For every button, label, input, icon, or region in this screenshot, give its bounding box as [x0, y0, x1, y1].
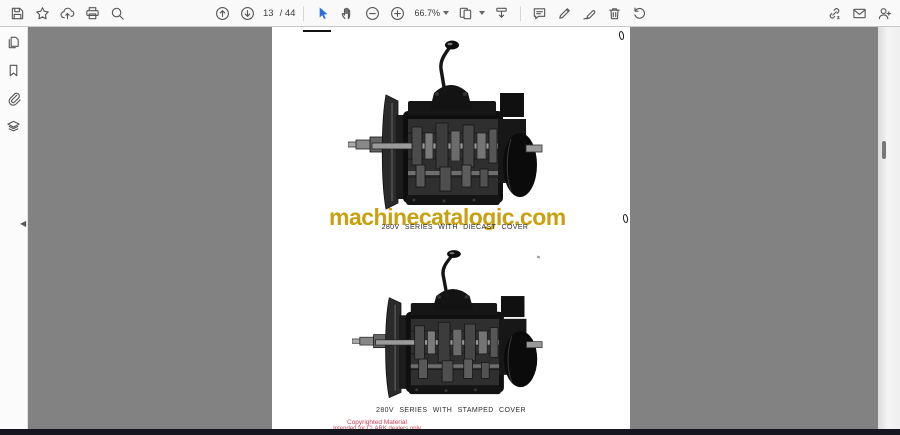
- trash-icon: [609, 7, 620, 19]
- print-icon: [86, 6, 99, 19]
- sidebar-item-page-thumbnails[interactable]: [4, 32, 24, 52]
- arrow-down-circle-icon: [241, 6, 254, 20]
- comment-icon: [533, 7, 546, 19]
- cursor-icon: [320, 6, 328, 19]
- page-top-rule-fragment: [303, 30, 331, 32]
- page-view-icon: [459, 7, 472, 19]
- layers-icon: [7, 120, 20, 131]
- zoom-level-value[interactable]: 66.7%: [414, 8, 440, 18]
- star-icon: [36, 6, 49, 19]
- figure-caption-diecast: 280V SERIES WITH DIECAST COVER: [381, 224, 529, 231]
- page-number-field[interactable]: 13: [260, 8, 277, 19]
- page-count-label: / 44: [279, 7, 296, 19]
- bottom-window-edge: [0, 429, 900, 435]
- star-button[interactable]: [30, 1, 55, 25]
- document-viewer: machinecatalogic.com 280V SERIES WITH DI…: [28, 27, 878, 429]
- cloud-upload-icon: [60, 7, 75, 19]
- sidebar-collapse-arrow[interactable]: ◀: [20, 217, 26, 231]
- signature-button[interactable]: [577, 1, 602, 25]
- email-button[interactable]: [847, 1, 872, 25]
- zoom-out-button[interactable]: [360, 1, 385, 25]
- zoom-dropdown-caret[interactable]: [442, 11, 449, 15]
- paperclip-icon: [8, 92, 21, 106]
- pencil-button[interactable]: [552, 1, 577, 25]
- sidebar-item-layers[interactable]: [4, 116, 24, 136]
- scrollbar-thumb[interactable]: [882, 141, 886, 159]
- zoom-in-button[interactable]: [385, 1, 410, 25]
- toolbar-right-group: [822, 0, 897, 26]
- add-person-button[interactable]: [872, 1, 897, 25]
- person-plus-icon: [878, 7, 892, 19]
- transmission-stamped-figure: [352, 248, 544, 400]
- trash-button[interactable]: [602, 1, 627, 25]
- save-icon: [11, 7, 24, 19]
- toolbar: 13 / 44 66.7%: [0, 0, 900, 27]
- transmission-diecast-figure: [348, 38, 544, 211]
- toolbar-center-group: 13 / 44 66.7%: [210, 0, 652, 26]
- sidebar-item-attachments[interactable]: [4, 88, 24, 108]
- hole-punch-mark: [618, 30, 625, 41]
- search-button[interactable]: [105, 1, 130, 25]
- rotate-icon: [634, 7, 645, 19]
- envelope-icon: [853, 8, 866, 18]
- search-icon: [111, 7, 124, 20]
- pencil-icon: [559, 7, 570, 19]
- save-button[interactable]: [5, 1, 30, 25]
- arrow-up-circle-icon: [216, 6, 229, 20]
- toolbar-divider: [519, 5, 521, 21]
- bookmark-icon: [9, 64, 18, 76]
- minus-circle-icon: [366, 6, 380, 20]
- scroll-view-button[interactable]: [489, 1, 514, 25]
- hand-icon: [342, 7, 351, 19]
- plus-circle-icon: [391, 6, 405, 20]
- print-button[interactable]: [80, 1, 105, 25]
- hand-tool-button[interactable]: [335, 1, 360, 25]
- vertical-scrollbar[interactable]: [878, 27, 900, 429]
- share-link-button[interactable]: [822, 1, 847, 25]
- toolbar-divider: [303, 5, 305, 21]
- sidebar-item-bookmarks[interactable]: [4, 60, 24, 80]
- copyright-line-1: Copyrighted Material: [347, 419, 407, 426]
- next-page-button[interactable]: [235, 1, 260, 25]
- previous-page-button[interactable]: [210, 1, 235, 25]
- page-view-button[interactable]: [453, 1, 478, 25]
- pdf-page: machinecatalogic.com 280V SERIES WITH DI…: [272, 27, 630, 429]
- toolbar-left-group: [5, 0, 130, 26]
- signature-icon: [583, 9, 596, 19]
- page-thumbnails-icon: [8, 36, 19, 48]
- rotate-button[interactable]: [627, 1, 652, 25]
- page-view-dropdown-caret[interactable]: [478, 11, 485, 15]
- scroll-view-icon: [496, 7, 507, 18]
- figure-caption-stamped: 280V SERIES WITH STAMPED COVER: [376, 407, 526, 414]
- comment-button[interactable]: [527, 1, 552, 25]
- hole-punch-mark: [622, 213, 629, 224]
- cloud-upload-button[interactable]: [55, 1, 80, 25]
- share-link-icon: [829, 7, 841, 19]
- select-tool-button[interactable]: [310, 1, 335, 25]
